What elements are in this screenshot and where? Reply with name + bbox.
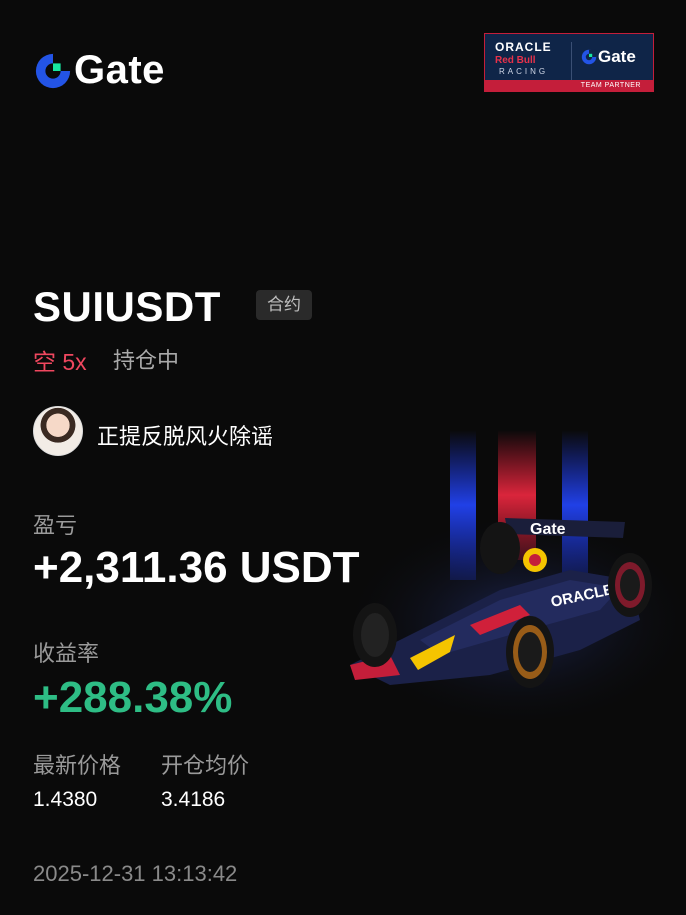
gate-logo: Gate	[34, 48, 165, 93]
partner-gate-text: Gate	[598, 47, 636, 66]
position-direction: 空 5x	[33, 349, 87, 375]
team-partner-caption: TEAM PARTNER	[485, 80, 653, 91]
roi-value: +288.38%	[33, 673, 233, 722]
partner-oracle-text: ORACLE	[495, 40, 552, 54]
gate-logo-text: Gate	[74, 48, 165, 92]
avatar	[33, 406, 83, 456]
timestamp: 2025-12-31 13:13:42	[33, 861, 238, 886]
race-car-illustration: Gate ORACLE	[330, 430, 686, 730]
partner-redbull-text: Red Bull	[495, 55, 536, 66]
entry-price-label: 开仓均价	[161, 753, 250, 778]
last-price-value: 1.4380	[33, 788, 98, 811]
partner-divider	[571, 42, 572, 80]
team-partner-badge: ORACLE Red Bull RACING Gate TEAM PARTNER	[484, 33, 654, 92]
contract-type-badge: 合约	[256, 290, 312, 320]
pnl-value: +2,311.36 USDT	[33, 543, 360, 592]
trading-pair: SUIUSDT	[33, 283, 221, 330]
partner-gate-icon	[581, 49, 597, 65]
race-car-graphic: Gate ORACLE	[340, 430, 686, 720]
gate-logo-icon	[35, 53, 71, 88]
entry-price-value: 3.4186	[161, 788, 226, 811]
roi-label: 收益率	[33, 641, 100, 666]
position-status: 持仓中	[113, 348, 180, 373]
username: 正提反脱风火除谣	[97, 424, 274, 449]
svg-text:Gate: Gate	[530, 521, 566, 538]
last-price-label: 最新价格	[33, 753, 122, 778]
partner-gate-logo: Gate	[581, 47, 636, 67]
partner-racing-text: RACING	[499, 67, 549, 76]
pnl-label: 盈亏	[33, 513, 78, 538]
